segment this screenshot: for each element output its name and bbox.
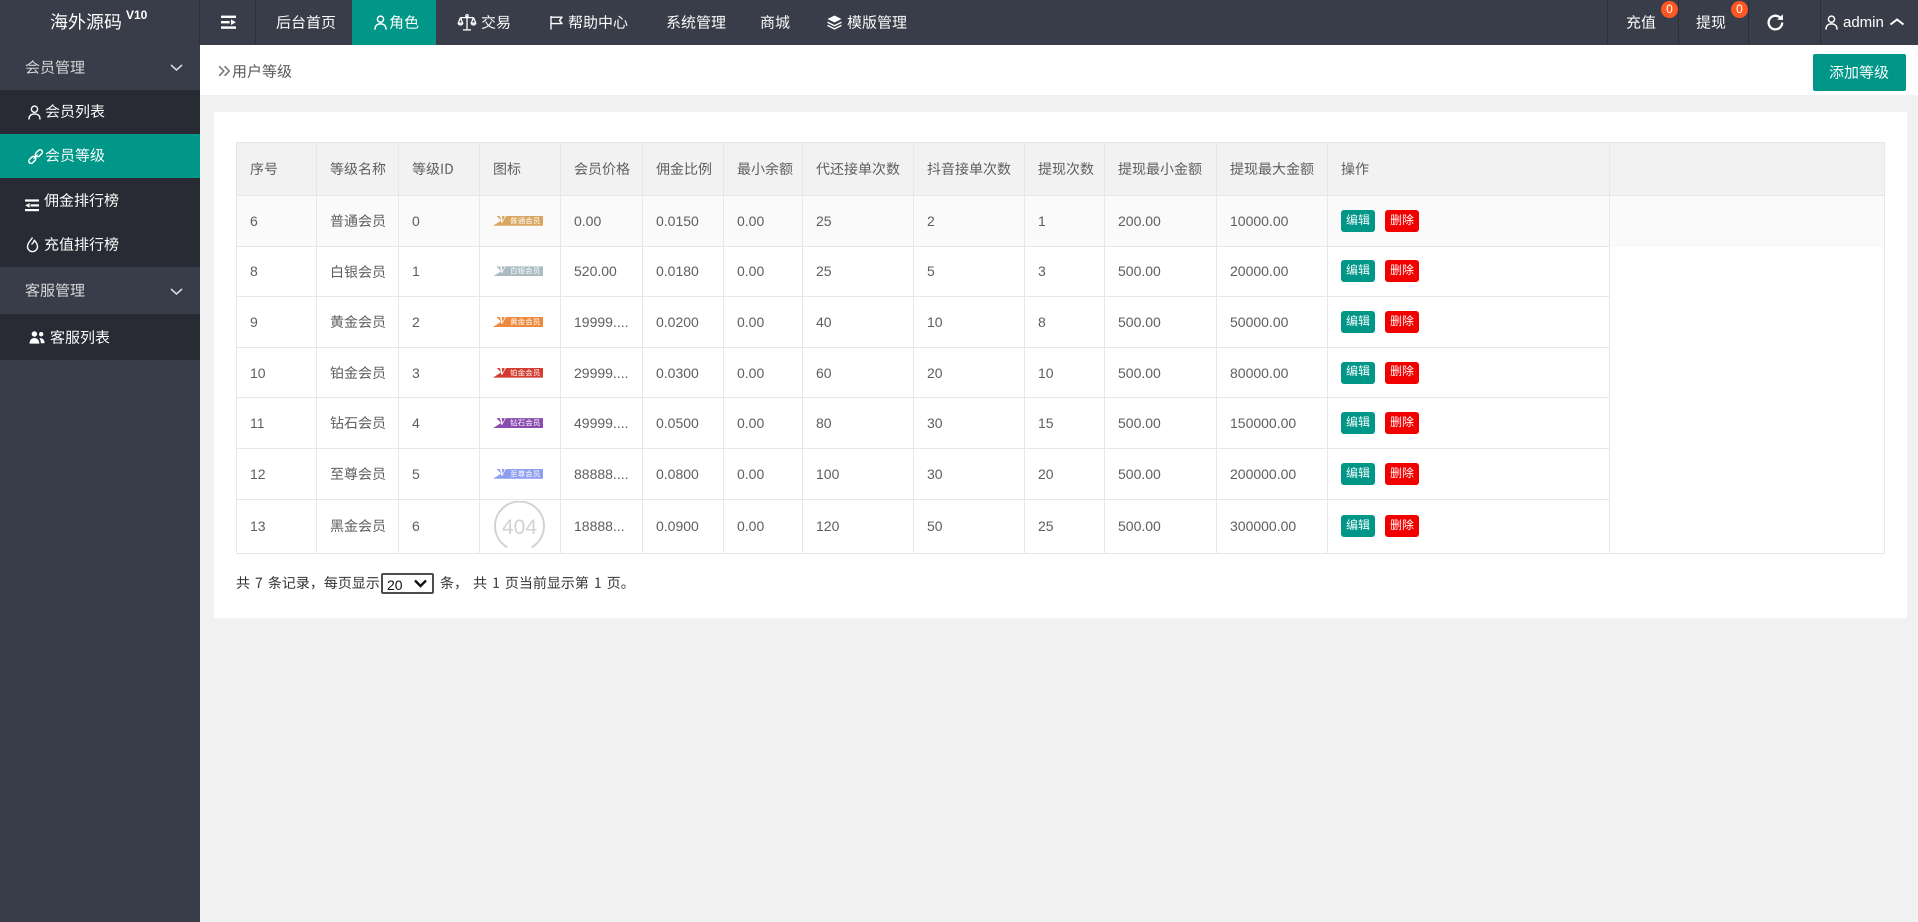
svg-text:404: 404 (502, 516, 537, 539)
